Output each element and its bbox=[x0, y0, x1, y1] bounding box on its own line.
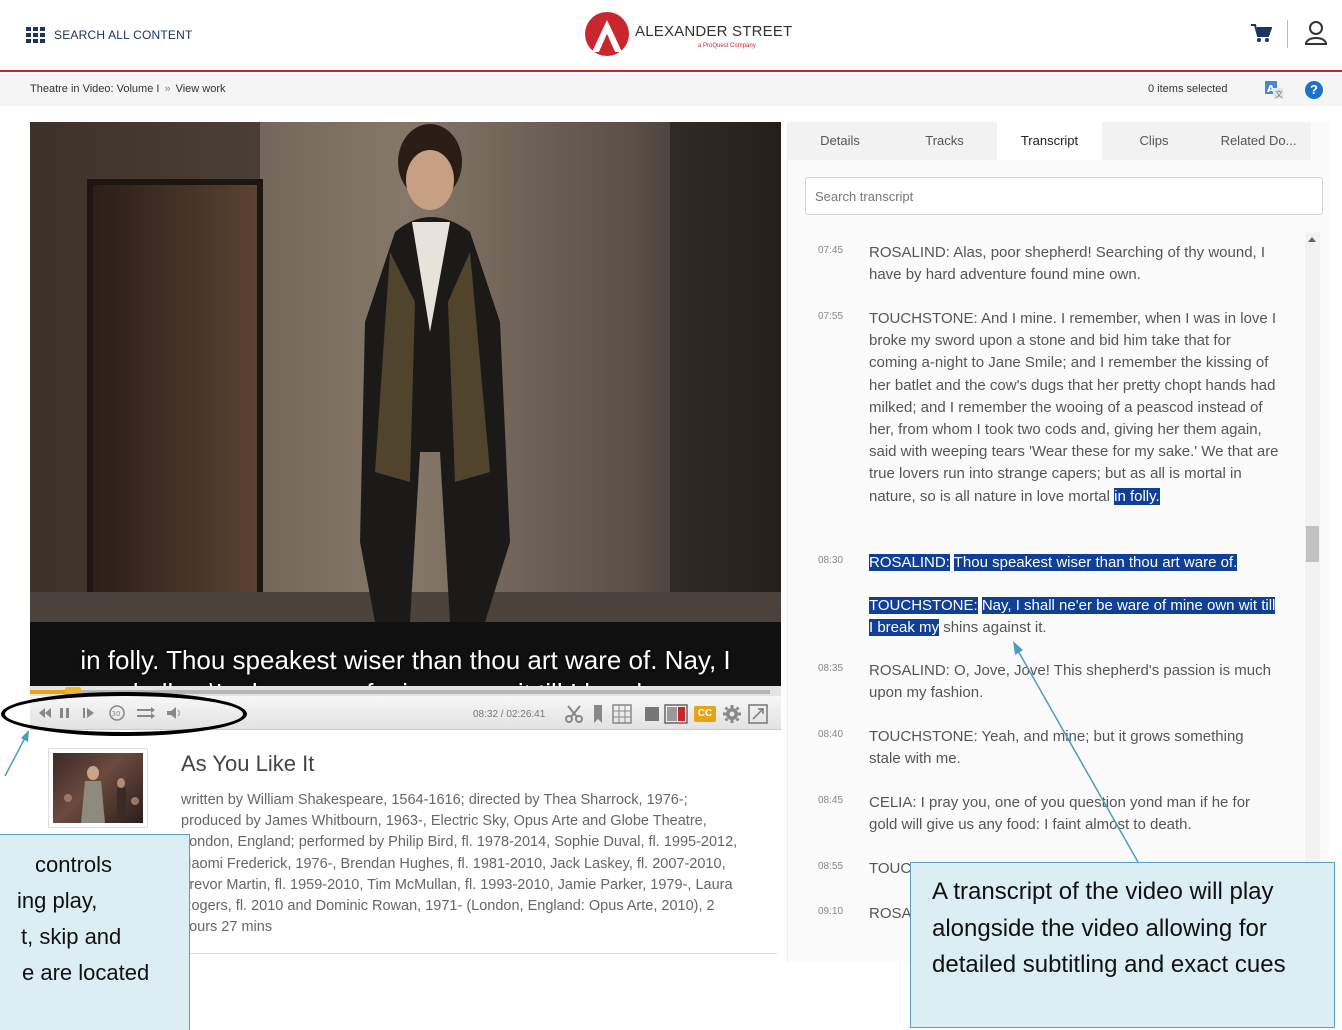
transcript-segment: ROSALIND: O, Jove, Jove! This shepherd's… bbox=[869, 662, 1271, 702]
tab-related-documents[interactable]: Related Do... bbox=[1206, 122, 1311, 160]
scroll-up-icon[interactable] bbox=[1308, 237, 1316, 242]
breadcrumb-bar: Theatre in Video: Volume I » View work 0 i… bbox=[0, 74, 1342, 106]
transcript-timestamp[interactable]: 08:30 bbox=[818, 555, 843, 566]
transcript-text: TOUCHSTONE: And I mine. I remember, when… bbox=[869, 308, 1279, 508]
video-player[interactable]: in folly. Thou speakest wiser than thou … bbox=[30, 122, 781, 686]
transcript-segment: TOUCHSTONE: Yeah, and mine; but it grows… bbox=[869, 728, 1244, 768]
tab-tracks[interactable]: Tracks bbox=[892, 122, 997, 160]
transcript-segment: TOUCHSTONE: And I mine. I remember, when… bbox=[869, 310, 1279, 505]
settings-gear-icon[interactable] bbox=[722, 704, 742, 724]
thumbnail-image bbox=[53, 753, 143, 823]
transcript-segment: ROSA bbox=[869, 905, 912, 922]
work-thumbnail[interactable] bbox=[48, 748, 148, 828]
video-subtitle: in folly. Thou speakest wiser than thou … bbox=[30, 644, 781, 686]
annotation-ellipse bbox=[1, 692, 247, 736]
transcript-scrollbar[interactable] bbox=[1305, 232, 1320, 962]
layout-single-icon[interactable] bbox=[644, 705, 660, 723]
transcript-timestamp[interactable]: 08:45 bbox=[818, 795, 843, 806]
panel-tabs: Details Tracks Transcript Clips Related … bbox=[788, 122, 1311, 160]
translate-icon[interactable]: A 文 bbox=[1265, 81, 1283, 99]
grid-view-icon[interactable] bbox=[612, 704, 632, 724]
logo-mark-icon bbox=[585, 12, 629, 56]
side-panel: Details Tracks Transcript Clips Related … bbox=[787, 122, 1329, 962]
transcript-timestamp[interactable]: 09:10 bbox=[818, 906, 843, 917]
cart-icon[interactable] bbox=[1250, 22, 1272, 44]
work-title: As You Like It bbox=[181, 751, 315, 776]
video-frame-image bbox=[30, 122, 781, 686]
transcript-segment: CELIA: I pray you, one of you question y… bbox=[869, 794, 1251, 834]
callout-line-1: controls bbox=[35, 852, 113, 877]
apps-grid-icon[interactable] bbox=[26, 27, 46, 43]
scroll-thumb[interactable] bbox=[1306, 526, 1319, 562]
brand-name: ALEXANDER STREET bbox=[635, 23, 793, 40]
top-header: SEARCH ALL CONTENT ALEXANDER STREET a Pr… bbox=[0, 0, 1342, 72]
brand-subtitle: a ProQuest Company bbox=[698, 43, 756, 49]
transcript-text: ROSALIND: Thou speakest wiser than thou … bbox=[869, 552, 1279, 574]
transcript-text: ROSALIND: Alas, poor shepherd! Searching… bbox=[869, 242, 1279, 286]
breadcrumb-item-collection[interactable]: Theatre in Video: Volume I bbox=[30, 83, 159, 95]
subtitle-line-1: in folly. Thou speakest wiser than thou … bbox=[80, 645, 731, 675]
transcript-segment: shins against it. bbox=[939, 619, 1047, 637]
transcript-text: TOUCHSTONE: Yeah, and mine; but it grows… bbox=[869, 726, 1279, 770]
callout-line-3: t, skip and bbox=[21, 924, 122, 949]
transcript-text: CELIA: I pray you, one of you question y… bbox=[869, 792, 1279, 836]
transcript-highlighted-text: TOUCHSTONE: bbox=[869, 597, 978, 614]
svg-text:文: 文 bbox=[1275, 89, 1283, 99]
transcript-timestamp[interactable]: 08:40 bbox=[818, 729, 843, 740]
header-divider bbox=[1287, 20, 1288, 48]
transcript-highlighted-text: Thou speakest wiser than thou art ware o… bbox=[953, 554, 1238, 571]
transcript-text: ROSALIND: O, Jove, Jove! This shepherd's… bbox=[869, 660, 1279, 704]
clip-scissors-icon[interactable] bbox=[564, 704, 584, 724]
subtitle-line-2: shall ne\'er be ware of mine own wit til… bbox=[30, 677, 781, 686]
transcript-text: TOUCHSTONE: Nay, I shall ne'er be ware o… bbox=[869, 595, 1279, 639]
transcript-timestamp[interactable]: 07:55 bbox=[818, 311, 843, 322]
annotation-callout-transcript: A transcript of the video will play alon… bbox=[910, 862, 1335, 1028]
layout-split-icon[interactable] bbox=[664, 704, 688, 724]
bookmark-icon[interactable] bbox=[593, 704, 603, 724]
fullscreen-icon[interactable] bbox=[748, 704, 768, 724]
user-icon[interactable] bbox=[1304, 20, 1328, 46]
transcript-segment: ROSALIND: Alas, poor shepherd! Searching… bbox=[869, 244, 1266, 284]
breadcrumb-separator: » bbox=[164, 83, 171, 95]
breadcrumb: Theatre in Video: Volume I » View work bbox=[30, 83, 226, 95]
work-description: written by William Shakespeare, 1564-161… bbox=[181, 792, 738, 936]
search-all-content-link[interactable]: SEARCH ALL CONTENT bbox=[54, 28, 193, 42]
transcript-timestamp[interactable]: 07:45 bbox=[818, 245, 843, 256]
transcript-highlighted-text: ROSALIND: bbox=[869, 554, 950, 571]
breadcrumb-item-current: View work bbox=[175, 83, 226, 95]
transcript-highlighted-text: in folly. bbox=[1114, 487, 1160, 505]
callout-line-2: ing play, bbox=[17, 888, 98, 913]
help-icon[interactable]: ? bbox=[1305, 81, 1323, 99]
tab-transcript[interactable]: Transcript bbox=[997, 122, 1102, 160]
playback-time: 08:32 / 02:26:41 bbox=[473, 709, 546, 720]
cc-icon[interactable]: CC bbox=[694, 706, 716, 722]
transcript-search-input[interactable] bbox=[805, 177, 1323, 215]
transcript-timestamp[interactable]: 08:55 bbox=[818, 861, 843, 872]
transcript-segment: TOUC bbox=[869, 860, 912, 877]
transcript-timestamp[interactable]: 08:35 bbox=[818, 663, 843, 674]
annotation-callout-controls: controls ing play, t, skip and e are loc… bbox=[0, 834, 190, 1030]
section-divider bbox=[181, 953, 777, 954]
items-selected-count[interactable]: 0 items selected bbox=[1148, 83, 1227, 95]
tab-clips[interactable]: Clips bbox=[1102, 122, 1206, 160]
tab-details[interactable]: Details bbox=[788, 122, 892, 160]
callout-line-4: e are located bbox=[22, 960, 150, 985]
